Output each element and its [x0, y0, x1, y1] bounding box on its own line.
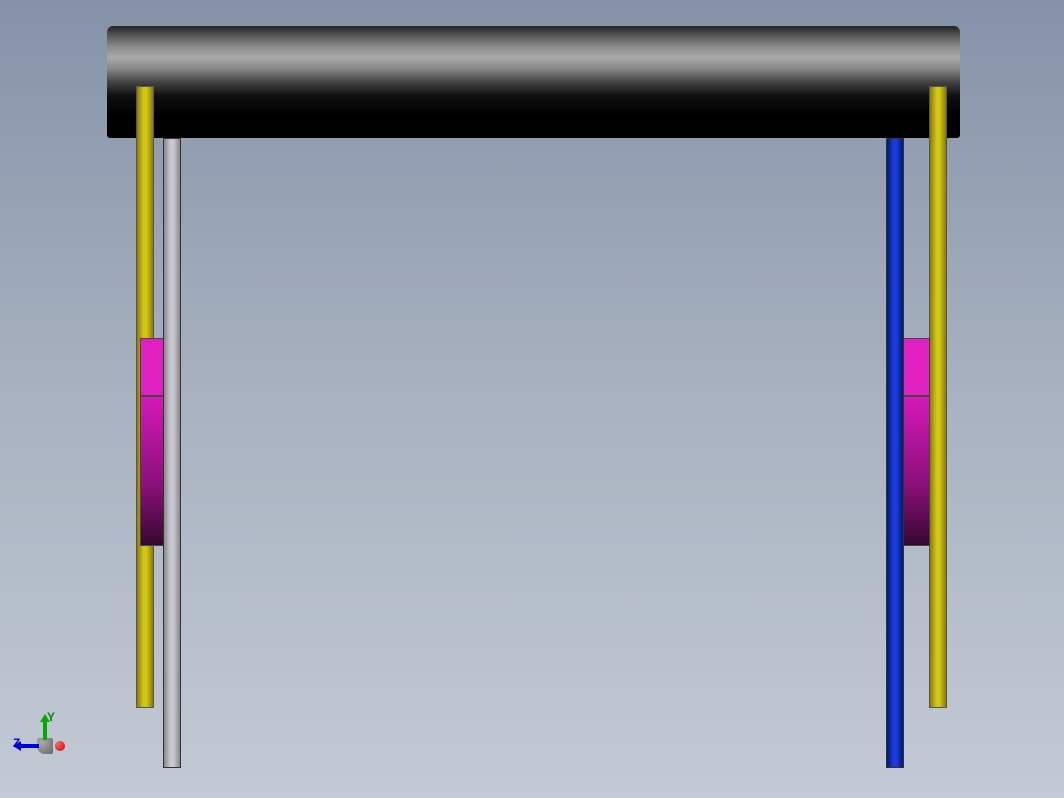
y-axis-label: Y	[47, 710, 55, 724]
yellow-rod-right	[929, 86, 947, 708]
triad-origin-icon	[37, 738, 53, 754]
cad-viewport[interactable]: Y Z	[0, 0, 1064, 798]
top-horizontal-shaft	[107, 26, 960, 138]
gray-rod-left	[163, 138, 181, 768]
z-axis-arrow-icon	[19, 744, 39, 748]
blue-rod-right	[886, 138, 904, 768]
z-axis-label: Z	[13, 736, 20, 750]
coordinate-triad[interactable]: Y Z	[15, 708, 75, 768]
magenta-block-right-lower	[902, 396, 930, 546]
magenta-block-right-upper	[902, 338, 930, 396]
x-axis-dot-icon	[55, 741, 65, 751]
